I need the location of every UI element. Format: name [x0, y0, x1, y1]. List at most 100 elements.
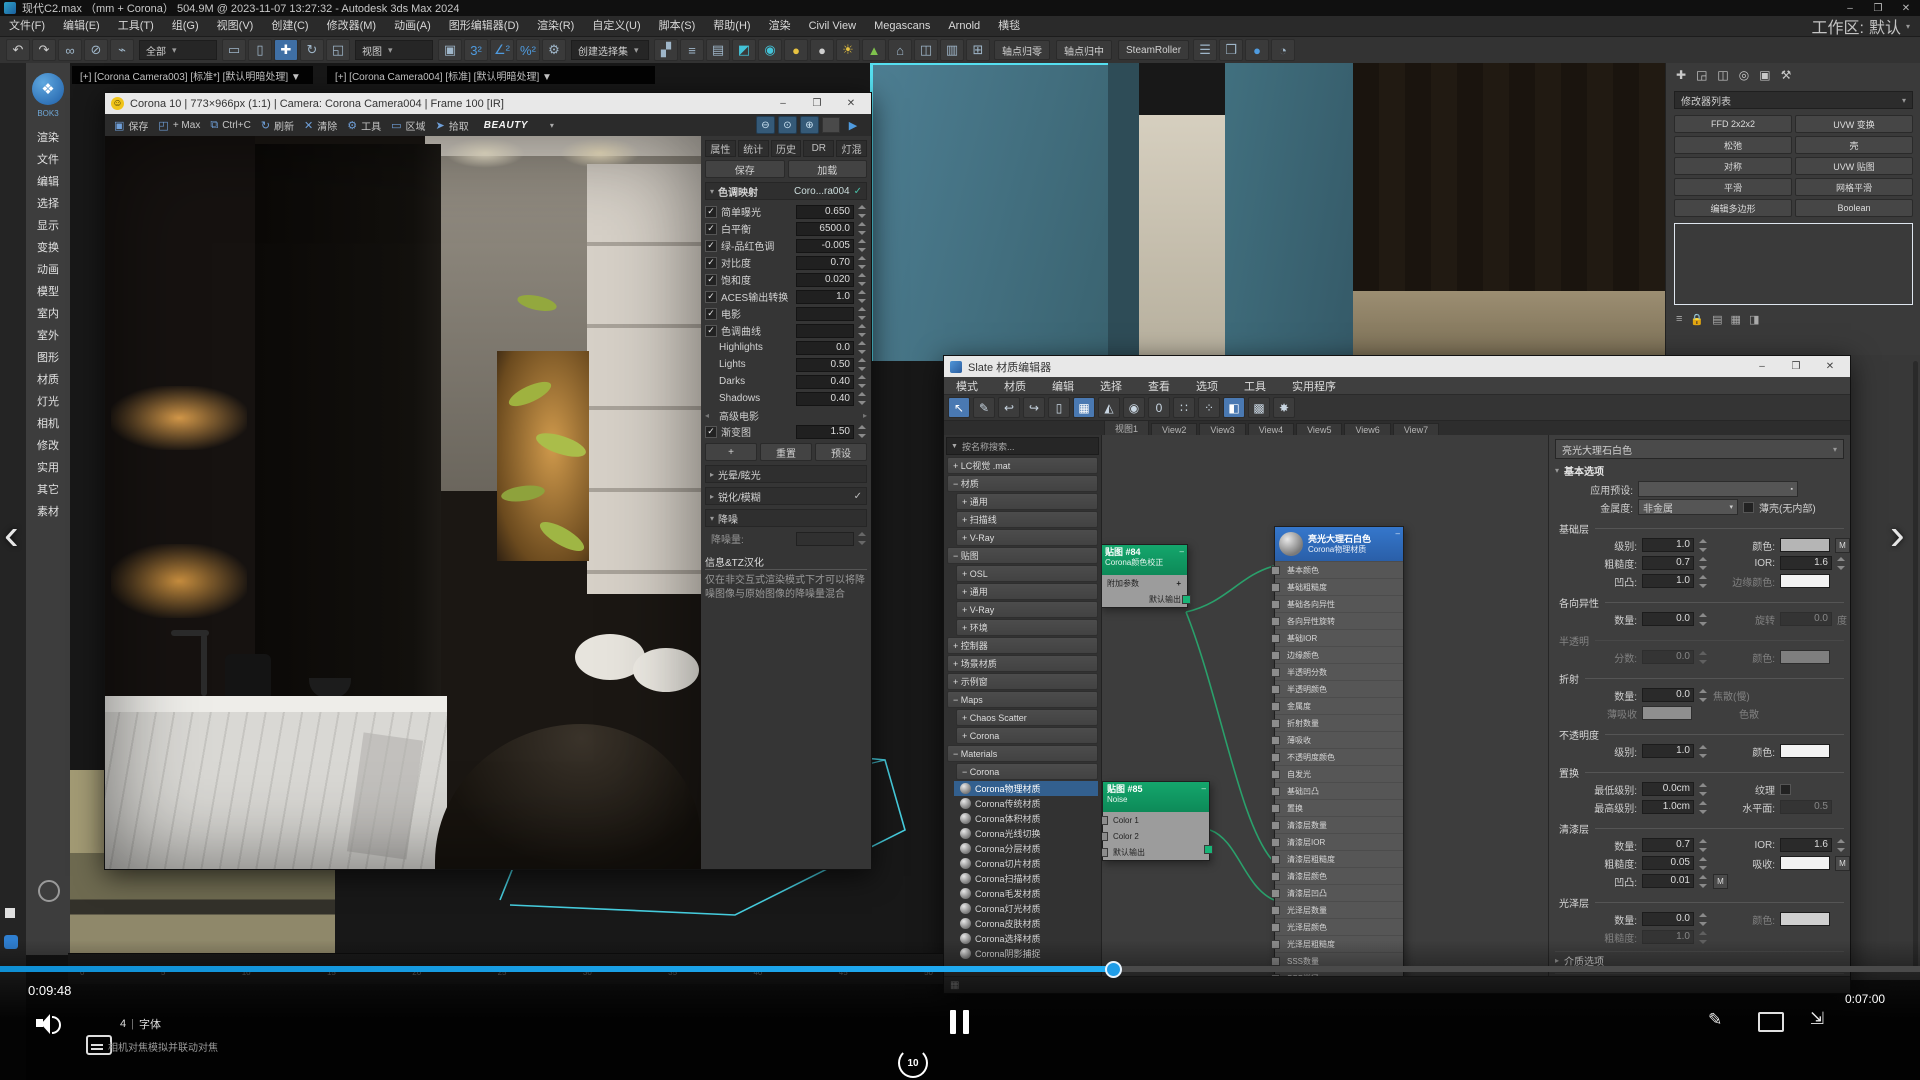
- modifier-button[interactable]: 松弛: [1674, 136, 1792, 154]
- material-slot[interactable]: 半透明颜色: [1275, 680, 1403, 697]
- toolbar-icon[interactable]: ↶: [6, 39, 30, 61]
- maximize-icon[interactable]: ❒: [803, 98, 831, 109]
- material-slot[interactable]: 折射数量: [1275, 714, 1403, 731]
- value-field[interactable]: 6500.0: [796, 222, 854, 236]
- sidebar-item[interactable]: 模型: [37, 280, 59, 302]
- value-field[interactable]: 1.0: [1642, 538, 1694, 552]
- checkbox-checked[interactable]: ✓: [705, 325, 717, 337]
- toolbar-icon[interactable]: ≡: [680, 39, 704, 61]
- output-socket[interactable]: [1182, 595, 1191, 604]
- input-socket[interactable]: [1271, 804, 1280, 813]
- material-slot[interactable]: 基础凹凸: [1275, 782, 1403, 799]
- input-socket[interactable]: [1102, 816, 1108, 825]
- material-list-item[interactable]: Corona传统材质: [960, 796, 1098, 811]
- slate-menu-item[interactable]: 材质: [992, 378, 1038, 394]
- vfb-toolbar-button[interactable]: ⧉ Ctrl+C: [205, 116, 255, 134]
- spinner[interactable]: [858, 358, 867, 371]
- vfb-tab[interactable]: DR: [803, 140, 834, 157]
- browser-group-item[interactable]: − Corona: [956, 763, 1098, 780]
- slate-menu-item[interactable]: 选择: [1088, 378, 1134, 394]
- node-view[interactable]: 贴图 #84 Corona颜色校正 – 附加参数+ 默认输出 贴图 #85 No…: [1102, 435, 1548, 977]
- viewport-label-left[interactable]: [+] [Corona Camera003] [标准*] [默认明暗处理] ▼: [72, 66, 313, 84]
- material-list-item[interactable]: Corona光线切换: [960, 826, 1098, 841]
- spinner[interactable]: [858, 532, 867, 545]
- vfb-tab[interactable]: 历史: [771, 140, 802, 157]
- value-field[interactable]: 1.0: [1642, 574, 1694, 588]
- checkbox-checked[interactable]: ✓: [705, 426, 717, 438]
- nav-circle-icon[interactable]: [38, 880, 60, 902]
- slate-menu-item[interactable]: 模式: [944, 378, 990, 394]
- close-icon[interactable]: ✕: [1892, 3, 1920, 14]
- toolbar-icon[interactable]: ●: [1245, 39, 1269, 61]
- sidebar-item[interactable]: 材质: [37, 368, 59, 390]
- material-slot[interactable]: 清漆层数量: [1275, 816, 1403, 833]
- spinner[interactable]: [858, 273, 867, 286]
- value-field[interactable]: 1.0cm: [1642, 800, 1694, 814]
- toolbar-icon[interactable]: ▯: [248, 39, 272, 61]
- checkbox-checked[interactable]: ✓: [705, 240, 717, 252]
- toolbar-icon[interactable]: ⌁: [110, 39, 134, 61]
- spinner[interactable]: [1699, 557, 1708, 570]
- color-swatch[interactable]: [1780, 650, 1830, 664]
- zoom-in-icon[interactable]: ⊕: [800, 116, 819, 134]
- slate-toolbar-icon[interactable]: ◭: [1098, 397, 1120, 418]
- input-socket[interactable]: [1271, 753, 1280, 762]
- workspace-selector[interactable]: 工作区: 默认 ▾: [1812, 16, 1920, 36]
- menu-item[interactable]: 横毯: [989, 16, 1029, 36]
- toolbar-icon[interactable]: 3²: [464, 39, 488, 61]
- minimize-icon[interactable]: –: [1748, 361, 1776, 372]
- slate-toolbar-icon[interactable]: ∷: [1173, 397, 1195, 418]
- vfb-tab[interactable]: 属性: [705, 140, 736, 157]
- mini-icon[interactable]: [5, 908, 15, 918]
- input-socket[interactable]: [1271, 719, 1280, 728]
- sidebar-item[interactable]: 选择: [37, 192, 59, 214]
- value-field[interactable]: 1.6: [1780, 838, 1832, 852]
- slate-toolbar-icon[interactable]: ▦: [1073, 397, 1095, 418]
- zoom-reset-icon[interactable]: ⊙: [778, 116, 797, 134]
- slate-menu-item[interactable]: 工具: [1232, 378, 1278, 394]
- material-list-item[interactable]: Corona分层材质: [960, 841, 1098, 856]
- sidebar-item[interactable]: 室外: [37, 324, 59, 346]
- input-socket[interactable]: [1271, 600, 1280, 609]
- browser-group-item[interactable]: + 通用: [956, 493, 1098, 510]
- input-socket[interactable]: [1271, 838, 1280, 847]
- browser-group-item[interactable]: + 通用: [956, 583, 1098, 600]
- menu-item[interactable]: 创建(C): [262, 16, 317, 36]
- material-slot[interactable]: 光泽层颜色: [1275, 918, 1403, 935]
- sharpen-blur-rollout[interactable]: ▸锐化/模糊✓: [705, 487, 867, 505]
- material-slot[interactable]: 各向异性旋转: [1275, 612, 1403, 629]
- material-slot[interactable]: 半透明分数: [1275, 663, 1403, 680]
- menu-item[interactable]: 视图(V): [208, 16, 263, 36]
- material-slot[interactable]: 光泽层粗糙度: [1275, 935, 1403, 952]
- browser-group-item[interactable]: + LC视觉 .mat: [947, 457, 1098, 474]
- value-field[interactable]: [796, 307, 854, 321]
- stack-tool-icon[interactable]: ≡: [1676, 313, 1682, 326]
- browser-group-item[interactable]: − Maps: [947, 691, 1098, 708]
- output-socket[interactable]: [1204, 845, 1213, 854]
- toolbar-button[interactable]: 轴点归零: [994, 40, 1050, 60]
- value-field[interactable]: 0.7: [1642, 556, 1694, 570]
- input-socket[interactable]: [1271, 736, 1280, 745]
- material-slot[interactable]: 边缘颜色: [1275, 646, 1403, 663]
- spinner[interactable]: [1699, 539, 1708, 552]
- toolbar-button[interactable]: 轴点归中: [1056, 40, 1112, 60]
- menu-item[interactable]: 图形编辑器(D): [440, 16, 528, 36]
- value-field[interactable]: [796, 324, 854, 338]
- slate-toolbar-icon[interactable]: ▩: [1248, 397, 1270, 418]
- material-list-item[interactable]: Corona皮肤材质: [960, 916, 1098, 931]
- pause-button[interactable]: [950, 1010, 969, 1034]
- toolbar-icon[interactable]: ◱: [326, 39, 350, 61]
- value-field[interactable]: 0.0: [1642, 912, 1694, 926]
- value-field[interactable]: 1.0: [796, 290, 854, 304]
- menu-item[interactable]: 修改器(M): [318, 16, 386, 36]
- toolbar-icon[interactable]: ▭: [222, 39, 246, 61]
- modifier-button[interactable]: 平滑: [1674, 178, 1792, 196]
- tonemap-footer-button[interactable]: +: [705, 443, 757, 461]
- toolbar-button[interactable]: SteamRoller: [1118, 40, 1189, 60]
- map-button[interactable]: M: [1713, 874, 1728, 889]
- spinner[interactable]: [858, 392, 867, 405]
- material-slot[interactable]: 基础IOR: [1275, 629, 1403, 646]
- vfb-toolbar-button[interactable]: ◰ + Max: [153, 116, 205, 134]
- toolbar-icon[interactable]: ✚: [274, 39, 298, 61]
- input-socket[interactable]: [1271, 872, 1280, 881]
